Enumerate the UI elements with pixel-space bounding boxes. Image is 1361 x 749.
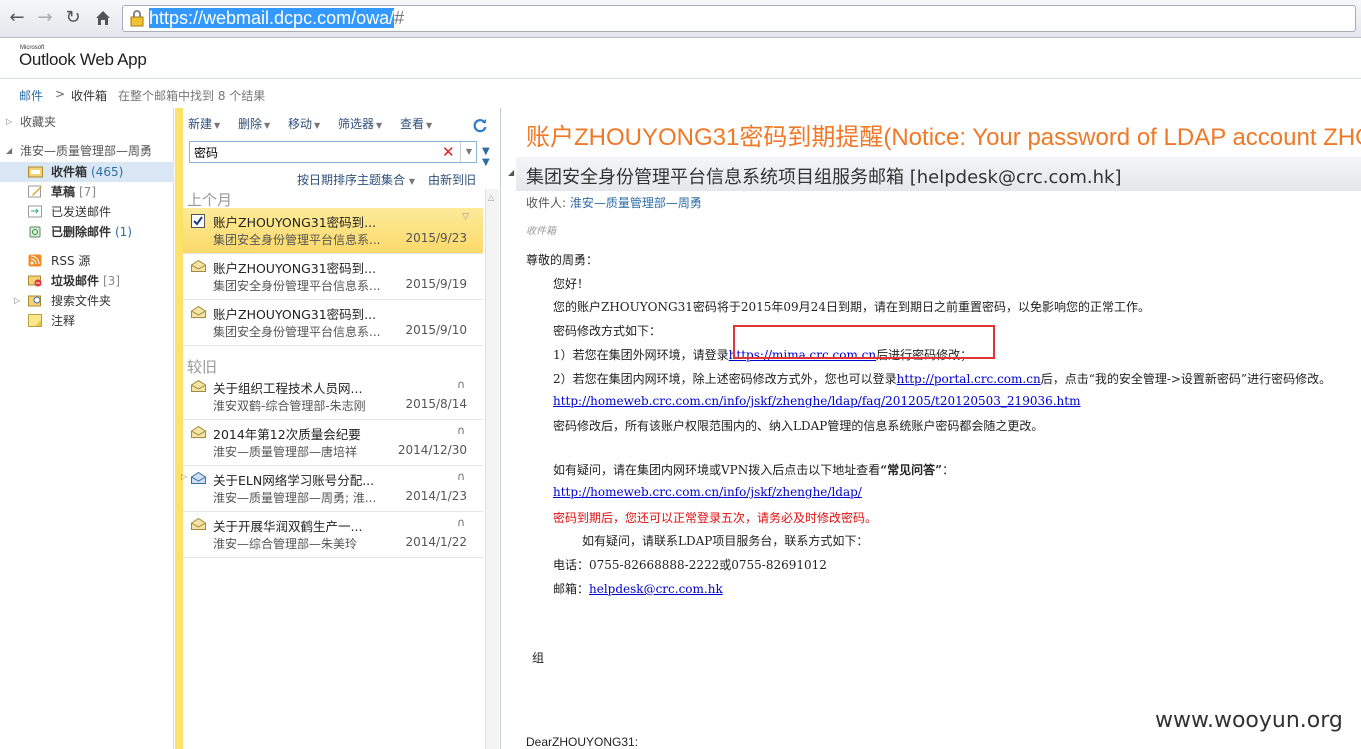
list-item[interactable]: 账户ZHOUYONG31密码到... 集团安全身份管理平台信息系... 2015… (183, 300, 483, 346)
folder-drafts[interactable]: 草稿 [7] (0, 182, 174, 202)
expand-icon[interactable]: ▷ (14, 291, 20, 311)
clear-search-icon[interactable]: ✕ (442, 143, 455, 161)
list-accent-strip (175, 108, 183, 749)
received-note: 收件箱 (526, 226, 556, 237)
search-result-count: 在整个邮箱中找到 8 个结果 (118, 89, 266, 103)
app-logo: Outlook Web App (19, 50, 147, 69)
watermark: www.wooyun.org (1155, 708, 1343, 733)
group-header-last-month: 上个月 (187, 191, 233, 209)
search-options-dropdown[interactable]: ▼ (460, 142, 477, 162)
faq-link[interactable]: http://homeweb.crc.com.cn/info/jskf/zhen… (553, 394, 1080, 408)
sort-by-dropdown[interactable]: 按日期排序主题集合 ▼ (297, 171, 415, 188)
list-scrollbar[interactable]: △ (485, 189, 499, 749)
recipient-line: 收件人: 淮安—质量管理部—周勇 (526, 196, 702, 210)
favorites-node[interactable]: ▷ 收藏夹 (0, 112, 174, 132)
list-item[interactable]: 账户ZHOUYONG31密码到... ▽ 集团安全身份管理平台信息系... 20… (183, 208, 483, 254)
notes-icon (28, 314, 42, 327)
rss-icon (28, 254, 42, 267)
expand-thread-icon[interactable]: ▷ (181, 472, 187, 481)
list-item[interactable]: 关于开展华润双鹤生产一... ∩ 淮安—综合管理部—朱美玲 2014/1/22 (183, 512, 483, 558)
folder-deleted[interactable]: 已删除邮件 (1) (0, 222, 174, 242)
scroll-up-icon[interactable]: △ (488, 193, 494, 202)
envelope-open-icon (191, 306, 206, 318)
chevron-down-icon: ▼ (214, 121, 221, 130)
mailbox-node[interactable]: ◢ 淮安—质量管理部—周勇 (0, 141, 174, 161)
home-icon[interactable] (92, 7, 114, 29)
list-item[interactable]: 账户ZHOUYONG31密码到... 集团安全身份管理平台信息系... 2015… (183, 254, 483, 300)
envelope-open-icon (191, 518, 206, 530)
new-button[interactable]: 新建 ▼ (188, 115, 220, 132)
list-item[interactable]: 关于组织工程技术人员网... ∩ 淮安双鹤-综合管理部-朱志刚 2015/8/1… (183, 374, 483, 420)
address-bar[interactable]: https://webmail.dcpc.com/owa/# (122, 5, 1356, 32)
folder-junk[interactable]: 垃圾邮件 [3] (0, 271, 174, 291)
ldap-link[interactable]: http://homeweb.crc.com.cn/info/jskf/zhen… (553, 485, 862, 499)
sort-order-toggle[interactable]: 由新到旧 (428, 171, 476, 188)
back-icon[interactable]: ← (6, 7, 28, 29)
list-item[interactable]: ▷ 关于ELN网络学习账号分配... ∩ 淮安—质量管理部—周勇; 淮... 2… (181, 466, 483, 512)
browser-toolbar: ← → ↻ https://webmail.dcpc.com/owa/# (0, 0, 1361, 38)
recycle-bin-icon (29, 226, 41, 238)
filter-button[interactable]: 筛选器 ▼ (338, 115, 382, 132)
forward-icon[interactable]: → (34, 7, 56, 29)
collapse-header-icon[interactable]: ◢ (508, 168, 514, 177)
list-toolbar: 新建 ▼ 删除 ▼ 移动 ▼ 筛选器 ▼ 查看 ▼ (188, 115, 446, 135)
envelope-open-icon (191, 260, 206, 272)
folder-inbox[interactable]: 收件箱 (465) (0, 162, 174, 182)
attachment-icon: ∩ (456, 378, 465, 391)
folder-rss[interactable]: RSS 源 (0, 251, 174, 271)
search-input[interactable] (194, 144, 434, 160)
refresh-icon[interactable] (472, 117, 488, 133)
view-button[interactable]: 查看 ▼ (400, 115, 432, 132)
portal-link[interactable]: http://portal.crc.com.cn (897, 372, 1041, 386)
message-subject: 账户ZHOUYONG31密码到期提醒(Notice: Your password… (526, 124, 1361, 151)
breadcrumb-separator: > (55, 87, 66, 101)
owa-header: Microsoft Outlook Web App (0, 39, 1361, 79)
envelope-open-icon (191, 426, 206, 438)
attachment-icon: ∩ (456, 516, 465, 529)
chevron-down-icon: ▼ (264, 121, 271, 130)
attachment-icon: ∩ (456, 424, 465, 437)
inbox-folder-icon (28, 166, 43, 178)
lock-warning-icon (130, 10, 144, 27)
highlight-box (733, 325, 995, 359)
delete-button[interactable]: 删除 ▼ (238, 115, 270, 132)
envelope-thread-icon (191, 472, 206, 484)
folder-search[interactable]: ▷ 搜索文件夹 (0, 291, 174, 311)
sent-items-icon (28, 205, 42, 218)
junk-mail-icon (28, 275, 42, 287)
search-folder-icon (28, 295, 41, 307)
expand-search-icon[interactable]: ▼ ▼ (482, 146, 490, 168)
envelope-open-icon (191, 380, 206, 392)
chevron-down-icon: ▼ (426, 121, 433, 130)
breadcrumb-mail[interactable]: 邮件 (19, 87, 43, 104)
folder-pane: ▷ 收藏夹 ◢ 淮安—质量管理部—周勇 收件箱 (465) 草稿 [7] 已发送… (0, 108, 174, 749)
folder-sent[interactable]: 已发送邮件 (0, 202, 174, 222)
chevron-down-icon: ▼ (376, 121, 383, 130)
checkbox-checked-icon[interactable] (191, 214, 205, 228)
breadcrumb: 邮件 > 收件箱 在整个邮箱中找到 8 个结果 (0, 80, 500, 108)
folder-notes[interactable]: 注释 (0, 311, 174, 331)
search-box: ✕ ▼ (189, 141, 477, 163)
chevron-down-icon: ▼ (408, 177, 415, 186)
sender-name[interactable]: 集团安全身份管理平台信息系统项目组服务邮箱 [helpdesk@crc.com.… (526, 163, 1122, 189)
flag-icon[interactable]: ▽ (462, 212, 469, 222)
helpdesk-email-link[interactable]: helpdesk@crc.com.hk (589, 582, 723, 596)
reload-icon[interactable]: ↻ (62, 7, 84, 29)
drafts-icon (28, 185, 42, 198)
breadcrumb-inbox: 收件箱 (71, 89, 108, 103)
chevron-down-icon: ▼ (314, 121, 321, 130)
list-item[interactable]: 2014年第12次质量会纪要 ∩ 淮安—质量管理部—唐培祥 2014/12/30 (183, 420, 483, 466)
move-button[interactable]: 移动 ▼ (288, 115, 320, 132)
reading-pane: 账户ZHOUYONG31密码到期提醒(Notice: Your password… (502, 108, 1361, 749)
address-text: https://webmail.dcpc.com/owa/# (149, 8, 405, 28)
expand-icon[interactable]: ▷ (6, 112, 12, 132)
recipient-link[interactable]: 淮安—质量管理部—周勇 (570, 196, 702, 210)
collapse-icon[interactable]: ◢ (6, 141, 12, 161)
attachment-icon: ∩ (456, 470, 465, 483)
sort-bar: 按日期排序主题集合 ▼ 由新到旧 (183, 171, 483, 189)
sender-bar: ◢ 集团安全身份管理平台信息系统项目组服务邮箱 [helpdesk@crc.co… (508, 157, 1361, 191)
